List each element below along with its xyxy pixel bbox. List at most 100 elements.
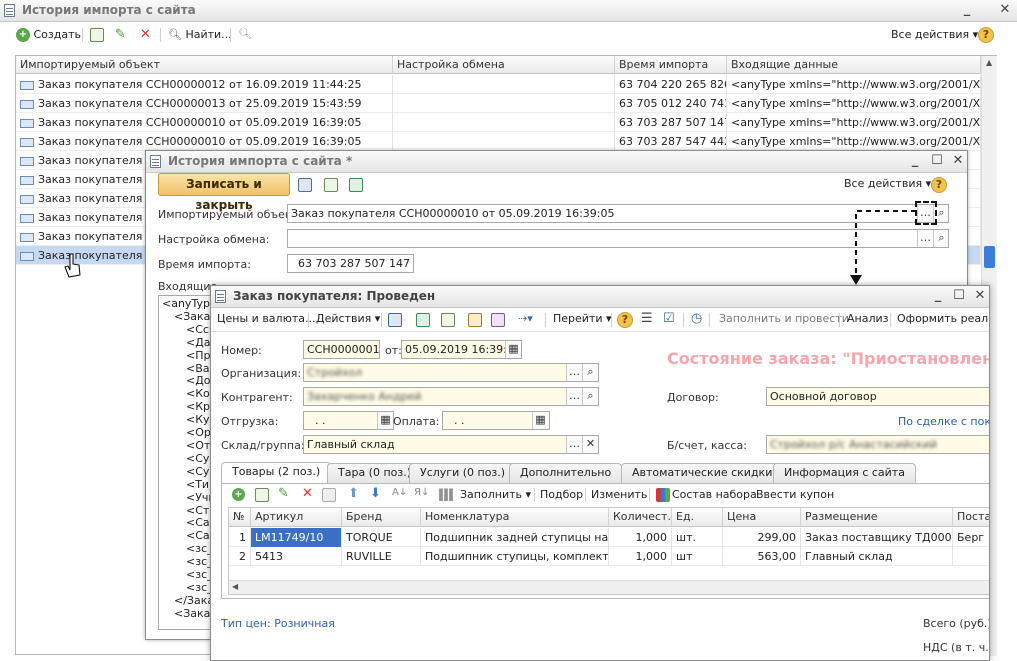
copy-icon[interactable] — [255, 488, 269, 502]
tab-5[interactable]: Информация с сайта — [773, 463, 916, 483]
copy-icon[interactable] — [90, 28, 104, 42]
cancel-search-icon[interactable]: 🔍︎ — [238, 27, 252, 40]
fill-button[interactable]: Заполнить ▾ — [460, 484, 531, 506]
column-qty[interactable]: Количест... — [609, 508, 672, 526]
help-icon[interactable]: ? — [617, 312, 633, 328]
coupon-button[interactable]: Ввести купон — [756, 484, 834, 506]
contract-field[interactable]: Основной договор — [766, 387, 989, 406]
refresh-icon[interactable] — [349, 178, 363, 192]
copy-icon[interactable] — [441, 313, 455, 327]
select-button[interactable]: … — [566, 364, 582, 381]
actions-button[interactable]: Действия ▾ — [316, 308, 380, 330]
calendar-icon[interactable]: ▦ — [532, 412, 548, 429]
refresh-icon[interactable] — [416, 313, 430, 327]
column-price[interactable]: Цена — [723, 508, 801, 526]
column-place[interactable]: Размещение — [801, 508, 953, 526]
create-button[interactable]: + Создать — [16, 24, 81, 46]
close-icon[interactable]: ✕ — [951, 154, 965, 168]
price-type-link[interactable]: Тип цен: Розничная — [221, 617, 335, 630]
move-down-icon[interactable]: ⬇ — [370, 486, 381, 501]
checklist-icon[interactable]: ☑ — [663, 311, 675, 326]
number-field[interactable]: ССН00000010 — [303, 340, 380, 359]
date-field[interactable]: 05.09.2019 16:39:05 ▦ — [401, 340, 522, 359]
payment-field[interactable]: . . ▦ — [442, 411, 550, 430]
scroll-thumb[interactable] — [984, 246, 995, 268]
fill-post-button[interactable]: Заполнить и провести — [719, 308, 849, 330]
goto-button[interactable]: Перейти ▾ — [553, 308, 612, 330]
pick-button[interactable]: Подбор — [540, 484, 583, 506]
table-row[interactable]: Заказ покупателя ССН00000010 от 05.09.20… — [16, 113, 981, 132]
search-icon[interactable]: ⌕ — [582, 388, 598, 405]
search-icon[interactable]: ⌕ — [933, 230, 948, 247]
save-close-button[interactable]: Записать и закрыть — [158, 173, 290, 212]
column-supplier[interactable]: Поста — [953, 508, 989, 526]
calendar-icon[interactable]: ▦ — [505, 341, 521, 358]
horizontal-scrollbar[interactable]: ◀ — [229, 580, 989, 594]
close-icon[interactable]: ✕ — [973, 289, 987, 303]
tab-4[interactable]: Автоматические скидки — [621, 463, 784, 483]
minimize-icon[interactable]: _ — [960, 3, 974, 17]
org-field[interactable]: Стройхол … ⌕ — [303, 363, 599, 382]
structure-icon[interactable]: ⇢▾ — [518, 312, 533, 325]
change-button[interactable]: Изменить — [591, 484, 647, 506]
column-brand[interactable]: Бренд — [342, 508, 421, 526]
column-article[interactable]: Артикул — [251, 508, 342, 526]
find-button[interactable]: 🔍︎ Найти... — [168, 24, 232, 46]
clear-icon[interactable]: ✕ — [582, 436, 598, 453]
column-name[interactable]: Номенклатура — [421, 508, 609, 526]
contractor-field[interactable]: Захарченко Андрей … ⌕ — [303, 387, 599, 406]
edit-icon[interactable]: ✎ — [278, 486, 289, 501]
all-actions-button[interactable]: Все действия ▾ — [844, 177, 931, 190]
prices-button[interactable]: Цены и валюта... — [217, 308, 315, 330]
xml-textbox[interactable]: <anyType <Заказ <Ссь <Дат <Про <Вал <Дог <Кон <К… — [158, 295, 218, 630]
tab-2[interactable]: Услуги (0 поз.) — [409, 463, 517, 483]
add-icon[interactable]: + — [232, 488, 245, 501]
table-row[interactable]: Заказ покупателя ССН00000013 от 25.09.20… — [16, 94, 981, 113]
all-actions-button[interactable]: Все действия ▾ — [891, 24, 978, 46]
calendar-icon[interactable]: ▦ — [377, 412, 393, 429]
minimize-icon[interactable]: _ — [931, 289, 945, 303]
edit-icon[interactable]: ✎ — [115, 27, 126, 42]
select-button[interactable]: … — [566, 436, 582, 453]
barcode-icon[interactable]: ‖‖‖ — [438, 487, 454, 501]
set-button[interactable]: Состав набора — [672, 484, 757, 506]
post-icon[interactable] — [388, 313, 402, 327]
tab-1[interactable]: Тара (0 поз.) — [327, 463, 423, 483]
time-field[interactable]: 63 703 287 507 147 — [287, 254, 414, 273]
deal-link[interactable]: По сделке с покуп — [898, 415, 989, 428]
delete-icon[interactable]: ✕ — [302, 486, 313, 501]
move-up-icon[interactable]: ⬆ — [348, 486, 359, 501]
sort-asc-icon[interactable]: A↓ — [392, 487, 407, 498]
add-copy-icon[interactable] — [324, 178, 338, 192]
help-icon[interactable]: ? — [978, 27, 994, 43]
end-edit-icon[interactable] — [322, 488, 336, 502]
shipment-field[interactable]: . . ▦ — [303, 411, 394, 430]
column-object[interactable]: Импортируемый объект — [16, 56, 393, 74]
table-row[interactable]: Заказ покупателя ССН00000012 от 16.09.20… — [16, 75, 981, 94]
account-field[interactable]: Стройхол р/с Анастасийский — [766, 435, 989, 454]
scroll-left-icon[interactable]: ◀ — [232, 582, 238, 591]
maximize-icon[interactable]: ☐ — [930, 154, 944, 168]
column-setting[interactable]: Настройка обмена — [393, 56, 615, 74]
column-unit[interactable]: Ед. — [672, 508, 723, 526]
warehouse-field[interactable]: Главный склад … ✕ — [303, 435, 599, 454]
save-icon[interactable] — [298, 178, 312, 192]
delete-icon[interactable]: ✕ — [140, 27, 151, 42]
item-row[interactable]: 1 LM11749/10 TORQUE Подшипник задней ступиц… — [229, 528, 989, 547]
sort-desc-icon[interactable]: Я↓ — [414, 487, 429, 498]
maximize-icon[interactable]: ☐ — [952, 289, 966, 303]
list-icon[interactable]: ☰ — [641, 311, 653, 326]
column-data[interactable]: Входящие данные — [727, 56, 981, 74]
select-button[interactable]: … — [566, 388, 582, 405]
analysis-button[interactable]: Анализ — [847, 308, 889, 330]
search-icon[interactable]: ⌕ — [582, 364, 598, 381]
journal-icon[interactable] — [491, 313, 505, 327]
minimize-icon[interactable]: _ — [908, 154, 922, 168]
column-n[interactable]: № — [229, 508, 251, 526]
issue-button[interactable]: Оформить реализ — [897, 308, 989, 330]
column-time[interactable]: Время импорта — [615, 56, 727, 74]
table-row[interactable]: Заказ покупателя ССН00000010 от 05.09.20… — [16, 132, 981, 151]
load-icon[interactable] — [468, 313, 482, 327]
item-row[interactable]: 2 5413 RUVILLE Подшипник ступицы, комплект 1… — [229, 547, 989, 566]
scroll-up-icon[interactable]: ▲ — [986, 58, 992, 67]
